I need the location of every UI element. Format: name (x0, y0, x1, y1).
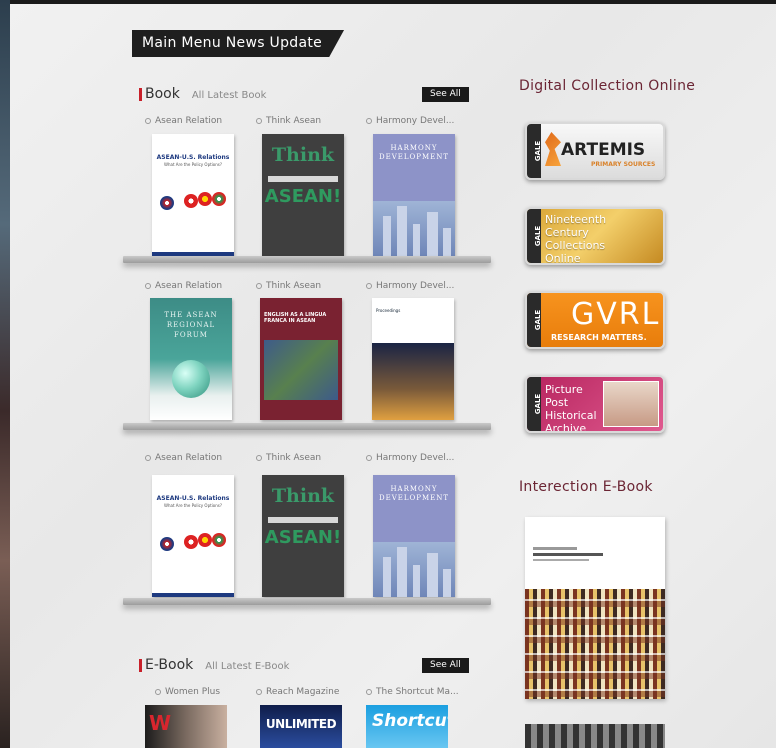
cover-title: HARMONY DEVELOPMENT (378, 485, 450, 502)
bullet-icon (145, 454, 151, 461)
book-cover-proceedings[interactable]: Proceedings (372, 298, 454, 420)
collection-name: Nineteenth Century Collections Online (545, 213, 607, 265)
ebook-label[interactable]: Reach Magazine (256, 687, 366, 697)
cover-bar (268, 176, 338, 182)
cover-title: THE ASEAN REGIONAL FORUM (164, 311, 218, 339)
flag-balls-image (160, 533, 230, 553)
ebook-cover-reach-magazine[interactable]: UNLIMITED (260, 705, 342, 748)
bullet-icon (256, 454, 262, 461)
section-accent-bar (139, 87, 142, 101)
ebook-cover-shortcut-magazine[interactable]: Shortcut (366, 705, 448, 748)
vintage-photo-image (603, 381, 659, 427)
book-see-all-button[interactable]: See All (422, 87, 469, 102)
interaction-ebook-cover[interactable] (525, 517, 665, 699)
bookshelf (123, 256, 491, 263)
gale-gvrl-link[interactable]: GALE GVRL RESEARCH MATTERS. (525, 291, 665, 349)
book-cover-asean-relations[interactable]: ASEAN-U.S. Relations What Are the Policy… (152, 475, 234, 597)
collection-name: GVRL (571, 297, 661, 332)
ebook-label[interactable]: Women Plus (155, 687, 265, 697)
city-skyline-image (373, 201, 455, 256)
cover-title: Think (271, 485, 335, 507)
book-label[interactable]: Asean Relation (145, 453, 255, 463)
bullet-icon (256, 688, 262, 695)
flag-balls-image (160, 192, 230, 212)
gale-nineteenth-century-link[interactable]: GALE Nineteenth Century Collections Onli… (525, 207, 665, 265)
gale-tab: GALE (527, 124, 542, 178)
book-cover-harmony-development[interactable]: HARMONY DEVELOPMENT (373, 475, 455, 597)
cover-title: Proceedings (376, 308, 401, 313)
gale-picture-post-link[interactable]: GALE Picture Post Historical Archive (525, 375, 665, 433)
bullet-icon (155, 688, 161, 695)
book-label[interactable]: Asean Relation (145, 116, 255, 126)
cover-top-panel (372, 298, 454, 343)
book-label[interactable]: Harmony Devel... (366, 116, 476, 126)
book-label[interactable]: Think Asean (256, 281, 366, 291)
section-accent-bar (139, 658, 142, 672)
bullet-icon (256, 117, 262, 124)
book-label[interactable]: Think Asean (256, 116, 366, 126)
bullet-icon (145, 282, 151, 289)
interaction-ebook-cover-2[interactable] (525, 724, 665, 748)
city-skyline-image (373, 542, 455, 597)
gale-tab: GALE (527, 293, 542, 347)
gale-tab: GALE (527, 377, 542, 431)
book-cover-english-lingua-franca[interactable]: ENGLISH AS A LINGUA FRANCA IN ASEAN (260, 298, 342, 420)
book-cover-asean-relations[interactable]: ASEAN-U.S. Relations What Are the Policy… (152, 134, 234, 256)
book-section-subtitle: All Latest Book (191, 90, 267, 101)
cover-title: UNLIMITED (265, 717, 337, 731)
ebook-see-all-button[interactable]: See All (422, 658, 469, 673)
bullet-icon (366, 688, 372, 695)
cover-title: Think (271, 144, 335, 166)
bookshelf (123, 598, 491, 605)
digital-collection-title: Digital Collection Online (519, 78, 696, 94)
bullet-icon (366, 282, 372, 289)
textile-pattern-overlay (525, 589, 665, 699)
book-label[interactable]: Harmony Devel... (366, 453, 476, 463)
ebook-label[interactable]: The Shortcut Ma... (366, 687, 476, 697)
globe-image (172, 360, 210, 398)
bullet-icon (256, 282, 262, 289)
book-cover-asean-regional-forum[interactable]: THE ASEAN REGIONAL FORUM (150, 298, 232, 420)
book-cover-think-asean[interactable]: Think ASEAN! (262, 475, 344, 597)
cover-title: HARMONY DEVELOPMENT (378, 144, 450, 161)
cover-title-2: ASEAN! (264, 186, 342, 207)
ebook-section-title: E-Book (145, 657, 194, 673)
cover-title: W (149, 711, 172, 735)
map-image (264, 340, 338, 400)
main-menu-banner: Main Menu News Update (132, 30, 345, 57)
interaction-ebook-title: Interection E-Book (519, 479, 653, 495)
cover-title: Shortcut (372, 711, 448, 731)
cover-bar (268, 517, 338, 523)
cover-subtitle: What Are the Policy Options? (164, 162, 222, 167)
cover-title-2: ASEAN! (264, 527, 342, 548)
gale-tab: GALE (527, 209, 542, 263)
cover-title: ASEAN-U.S. Relations (156, 154, 230, 161)
artemis-figure-icon (545, 132, 561, 166)
cover-title: ASEAN-U.S. Relations (156, 495, 230, 502)
book-cover-harmony-development[interactable]: HARMONY DEVELOPMENT (373, 134, 455, 256)
bullet-icon (366, 454, 372, 461)
book-section-title: Book (145, 86, 180, 102)
cover-header-text (533, 547, 603, 561)
ebook-cover-women-plus[interactable]: W (145, 705, 227, 748)
bullet-icon (366, 117, 372, 124)
cover-title: ENGLISH AS A LINGUA FRANCA IN ASEAN (264, 312, 327, 324)
bullet-icon (145, 117, 151, 124)
ebook-section-header: E-Book All Latest E-Book (139, 657, 289, 673)
book-label[interactable]: Think Asean (256, 453, 366, 463)
cover-footer-bar (152, 593, 234, 597)
book-label[interactable]: Harmony Devel... (366, 281, 476, 291)
gale-artemis-link[interactable]: GALE ARTEMIS PRIMARY SOURCES (525, 122, 665, 180)
book-cover-think-asean[interactable]: Think ASEAN! (262, 134, 344, 256)
collection-tagline: RESEARCH MATTERS. (551, 333, 647, 342)
cover-subtitle: What Are the Policy Options? (164, 503, 222, 508)
collection-name: Picture Post Historical Archive (545, 383, 597, 433)
collection-name: ARTEMIS (561, 140, 646, 160)
night-city-image (372, 343, 454, 420)
collection-tagline: PRIMARY SOURCES (591, 161, 656, 168)
book-label[interactable]: Asean Relation (145, 281, 255, 291)
ebook-section-subtitle: All Latest E-Book (205, 661, 290, 672)
book-section-header: Book All Latest Book (139, 86, 266, 102)
bookshelf (123, 423, 491, 430)
